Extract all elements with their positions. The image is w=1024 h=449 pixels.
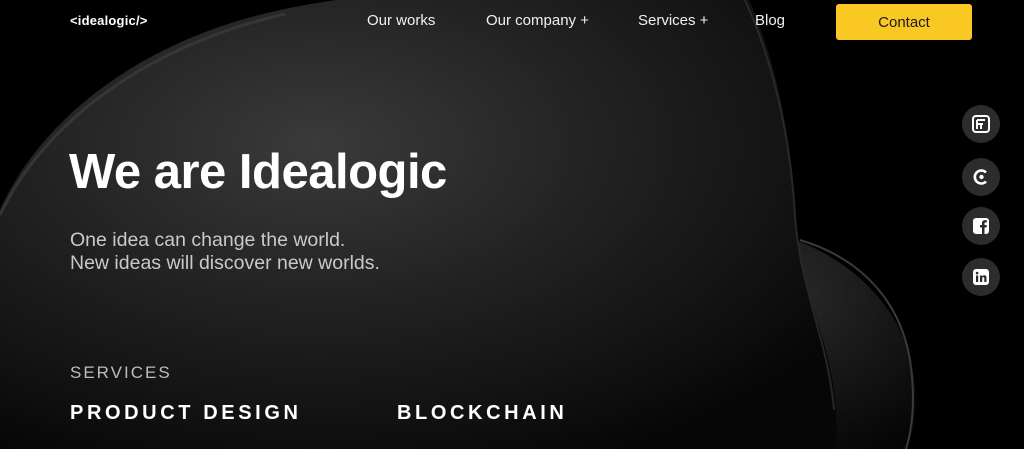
forbes-link[interactable] [962,105,1000,143]
nav-our-works[interactable]: Our works [367,12,435,29]
forbes-icon [971,114,991,134]
facebook-link[interactable] [962,207,1000,245]
service-product-design[interactable]: PRODUCT DESIGN [70,402,302,425]
hero-title: We are Idealogic [69,145,447,199]
service-blockchain[interactable]: BLOCKCHAIN [397,402,567,425]
nav-our-company[interactable]: Our company + [486,12,589,29]
nav-blog[interactable]: Blog [755,12,785,29]
logo[interactable]: <idealogic/> [70,13,148,28]
contact-button[interactable]: Contact [836,4,972,40]
page: <idealogic/> Our works Our company + Ser… [0,0,1024,449]
facebook-icon [971,216,991,236]
services-label: SERVICES [70,363,172,382]
hero-subtitle-line1: One idea can change the world. [70,229,346,251]
nav-services[interactable]: Services + [638,12,708,29]
linkedin-icon [971,267,991,287]
hero-subtitle-line2: New ideas will discover new worlds. [70,252,380,274]
linkedin-link[interactable] [962,258,1000,296]
clutch-link[interactable] [962,158,1000,196]
clutch-icon [971,167,991,187]
